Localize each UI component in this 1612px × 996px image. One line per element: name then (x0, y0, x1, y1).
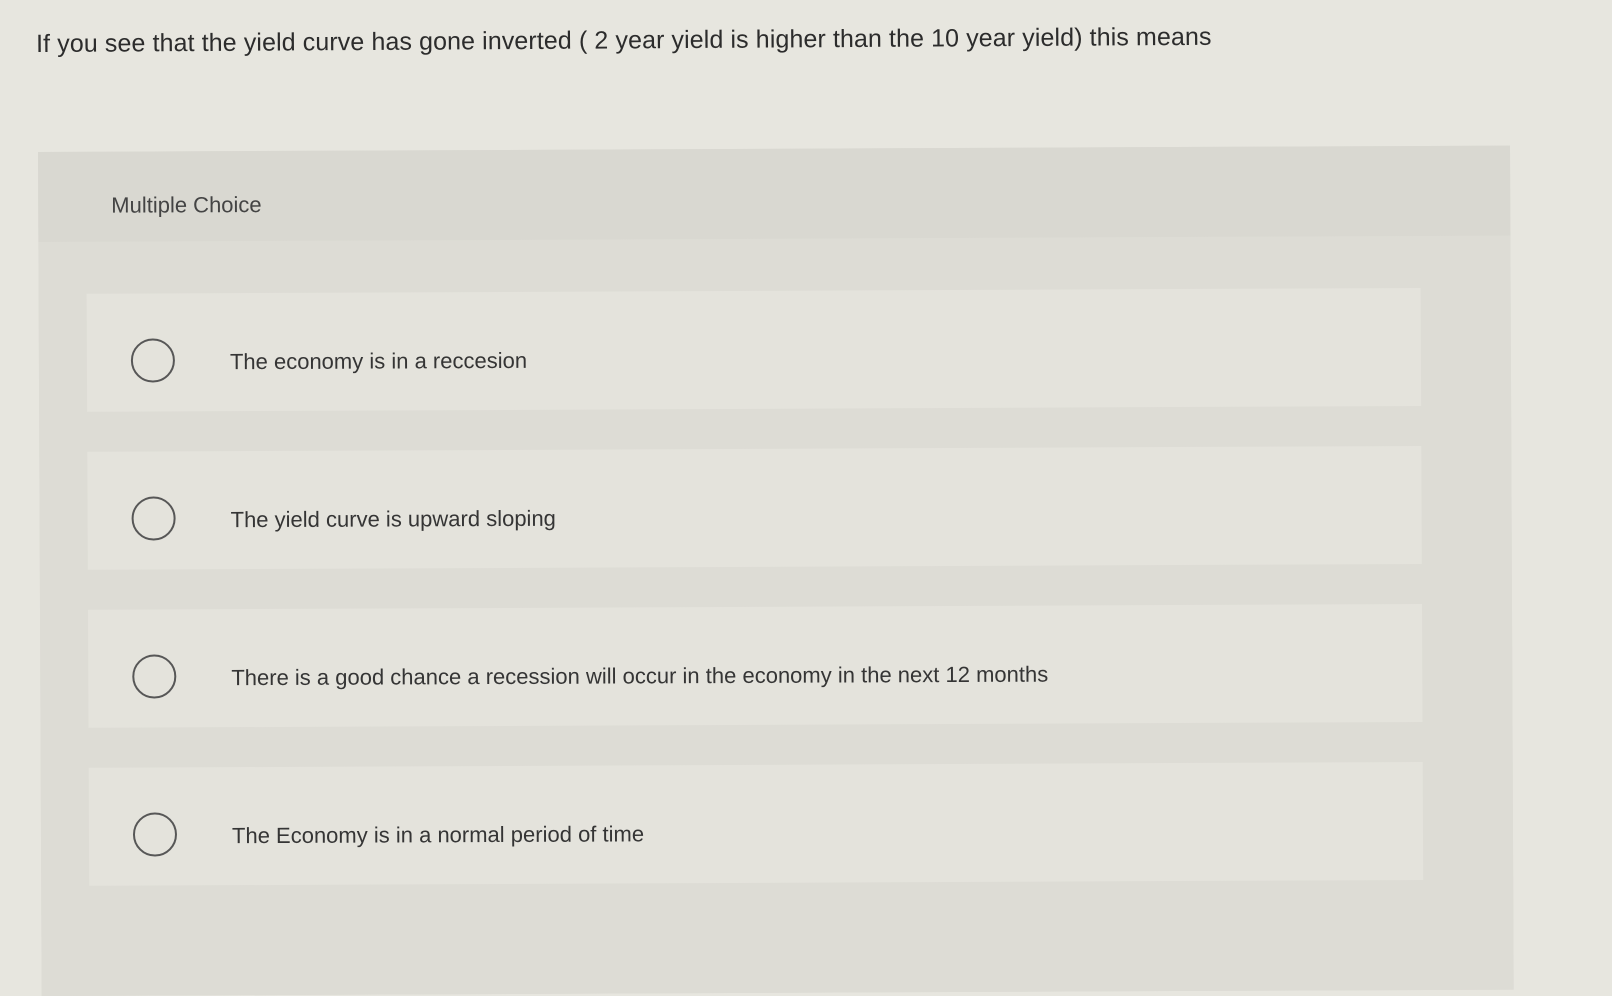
choice-label: There is a good chance a recession will … (231, 661, 1049, 691)
radio-unchecked-icon[interactable] (132, 654, 177, 699)
choices-list: The economy is in a reccesion The yield … (38, 235, 1514, 996)
multiple-choice-label: Multiple Choice (111, 192, 262, 218)
choice-option-3[interactable]: There is a good chance a recession will … (87, 603, 1423, 728)
multiple-choice-panel: Multiple Choice The economy is in a recc… (38, 145, 1514, 996)
choice-label: The yield curve is upward sloping (230, 505, 556, 533)
choice-label: The economy is in a reccesion (229, 347, 528, 375)
radio-unchecked-icon[interactable] (130, 338, 176, 383)
choice-option-1[interactable]: The economy is in a reccesion (86, 287, 1422, 412)
multiple-choice-header: Multiple Choice (38, 145, 1511, 242)
choice-label: The Economy is in a normal period of tim… (231, 821, 645, 849)
radio-unchecked-icon[interactable] (132, 812, 178, 857)
question-text: If you see that the yield curve has gone… (36, 22, 1212, 58)
choice-option-4[interactable]: The Economy is in a normal period of tim… (88, 761, 1424, 886)
choice-option-2[interactable]: The yield curve is upward sloping (87, 445, 1422, 570)
radio-unchecked-icon[interactable] (131, 496, 176, 541)
